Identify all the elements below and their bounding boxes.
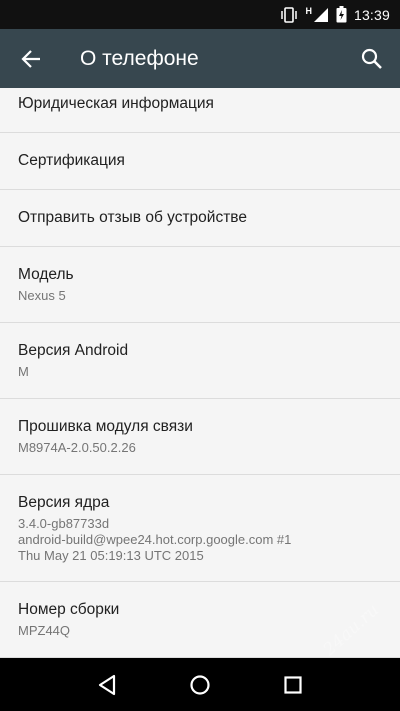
item-subtitle: M8974A-2.0.50.2.26 (18, 440, 136, 455)
item-title: Юридическая информация (18, 95, 214, 112)
item-subtitle: M (18, 364, 29, 379)
item-subtitle-line: Thu May 21 05:19:13 UTC 2015 (18, 547, 204, 563)
list-item-build-number[interactable]: Номер сборки MPZ44Q (0, 582, 400, 658)
vibrate-icon (280, 6, 298, 23)
list-item-send-feedback[interactable]: Отправить отзыв об устройстве (0, 190, 400, 247)
item-subtitle-line: 3.4.0-gb87733d (18, 515, 110, 531)
list-item-certification[interactable]: Сертификация (0, 133, 400, 190)
back-triangle-icon (98, 674, 115, 695)
status-bar: H 13:39 (0, 0, 400, 29)
home-circle-icon (190, 674, 210, 695)
recents-square-icon (284, 675, 302, 694)
item-title: Номер сборки (18, 601, 120, 618)
page-title: О телефоне (80, 46, 199, 70)
item-subtitle-line: android-build@wpee24.hot.corp.google.com… (18, 531, 292, 547)
item-title: Версия ядра (18, 493, 110, 511)
nav-recents-button[interactable] (273, 665, 313, 705)
arrow-back-icon (21, 49, 40, 68)
battery-icon (336, 6, 347, 23)
nav-home-button[interactable] (180, 665, 220, 705)
navigation-bar (0, 658, 400, 711)
list-item-model[interactable]: Модель Nexus 5 (0, 247, 400, 323)
settings-list: Юридическая информация Сертификация Отпр… (0, 88, 400, 658)
item-title: Версия Android (18, 342, 129, 359)
item-subtitle: MPZ44Q (18, 623, 71, 638)
search-button[interactable] (344, 29, 400, 88)
list-item-legal-info[interactable]: Юридическая информация (0, 88, 400, 133)
app-bar: О телефоне (0, 29, 400, 88)
item-title: Модель (18, 266, 74, 283)
signal-icon: H (305, 5, 329, 23)
item-title: Отправить отзыв об устройстве (18, 209, 247, 226)
list-item-kernel-version[interactable]: Версия ядра 3.4.0-gb87733d android-build… (0, 475, 400, 582)
item-title: Сертификация (18, 152, 125, 169)
search-icon (361, 48, 382, 69)
item-title: Прошивка модуля связи (18, 418, 193, 435)
list-item-android-version[interactable]: Версия Android M (0, 323, 400, 399)
item-subtitle: Nexus 5 (18, 288, 66, 303)
nav-back-button[interactable] (87, 665, 127, 705)
back-button[interactable] (0, 29, 62, 88)
status-time: 13:39 (353, 6, 390, 23)
network-type-label: H (305, 5, 312, 16)
list-item-baseband-version[interactable]: Прошивка модуля связи M8974A-2.0.50.2.26 (0, 399, 400, 475)
